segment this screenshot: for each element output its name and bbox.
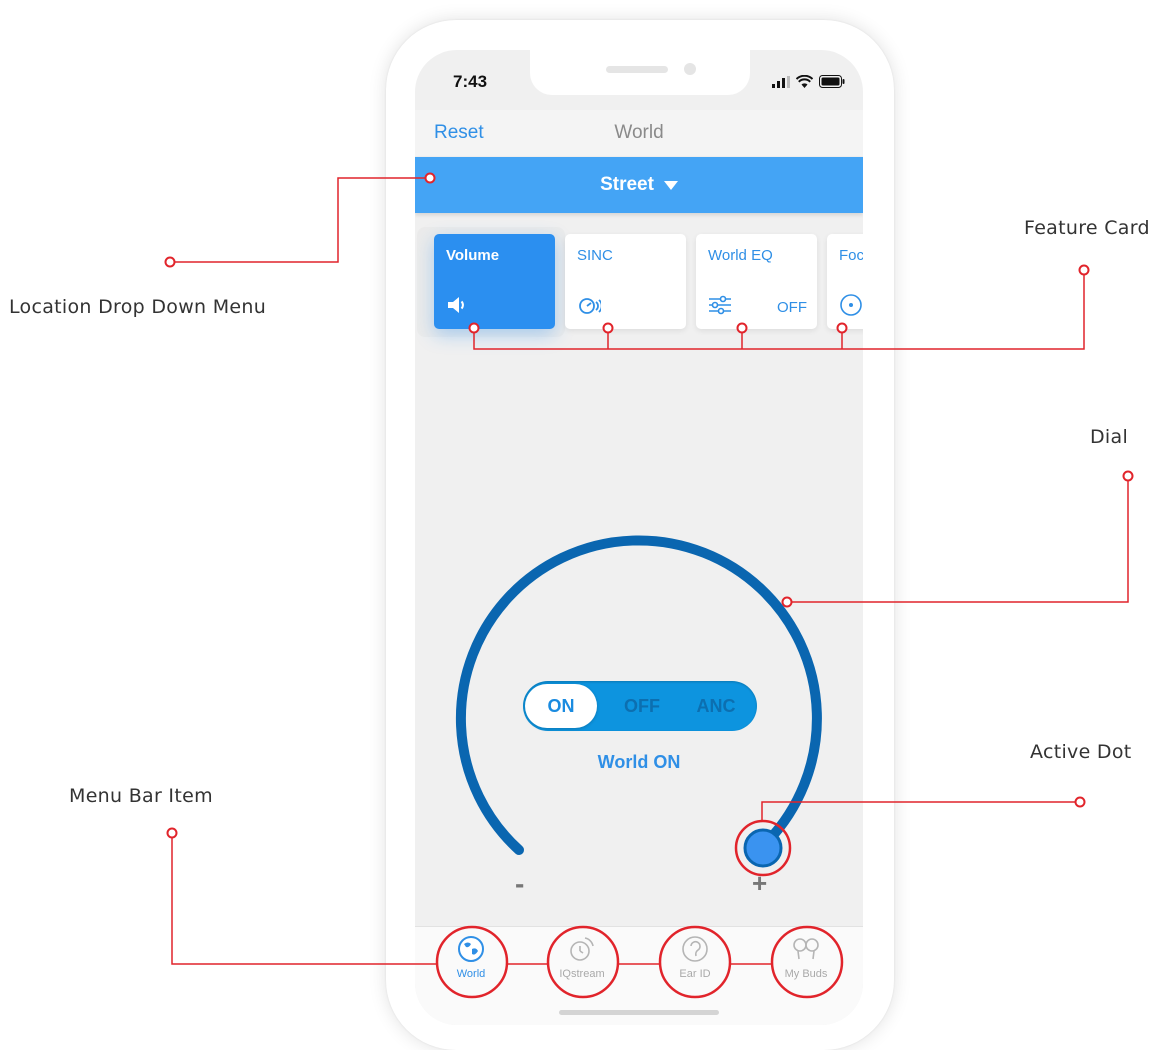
dial-max-label: +	[752, 868, 768, 898]
dial[interactable]	[415, 50, 863, 1025]
ear-icon	[682, 936, 708, 962]
app-screen: 7:43 Reset World Street Volume SINC Worl…	[415, 50, 863, 1025]
callout-menu-bar-item: Menu Bar Item	[69, 785, 213, 807]
tab-my-buds[interactable]: My Buds	[766, 935, 846, 995]
tab-world[interactable]: World	[431, 935, 511, 995]
active-dot[interactable]	[743, 828, 783, 868]
tab-label: My Buds	[784, 968, 828, 980]
iqstream-icon	[570, 937, 594, 961]
globe-icon	[458, 936, 484, 962]
callout-location-menu: Location Drop Down Menu	[9, 296, 267, 318]
mode-toggle[interactable]: ON OFF ANC	[523, 681, 757, 731]
toggle-anc-option[interactable]: ANC	[681, 681, 751, 731]
tab-label: IQstream	[559, 968, 605, 980]
dial-min-label: -	[515, 868, 525, 899]
tab-iqstream[interactable]: IQstream	[542, 935, 622, 995]
toggle-off-option[interactable]: OFF	[611, 681, 673, 731]
home-indicator	[559, 1010, 719, 1015]
callout-feature-card: Feature Card	[1024, 217, 1150, 239]
callout-active-dot: Active Dot	[1030, 741, 1132, 763]
tab-ear-id[interactable]: Ear ID	[655, 935, 735, 995]
earbuds-icon	[793, 938, 819, 960]
tab-label: World	[456, 968, 486, 980]
toggle-on-option[interactable]: ON	[525, 684, 597, 728]
callout-dial: Dial	[1090, 426, 1129, 448]
tab-label: Ear ID	[679, 968, 711, 980]
world-state-label: World ON	[597, 752, 681, 772]
